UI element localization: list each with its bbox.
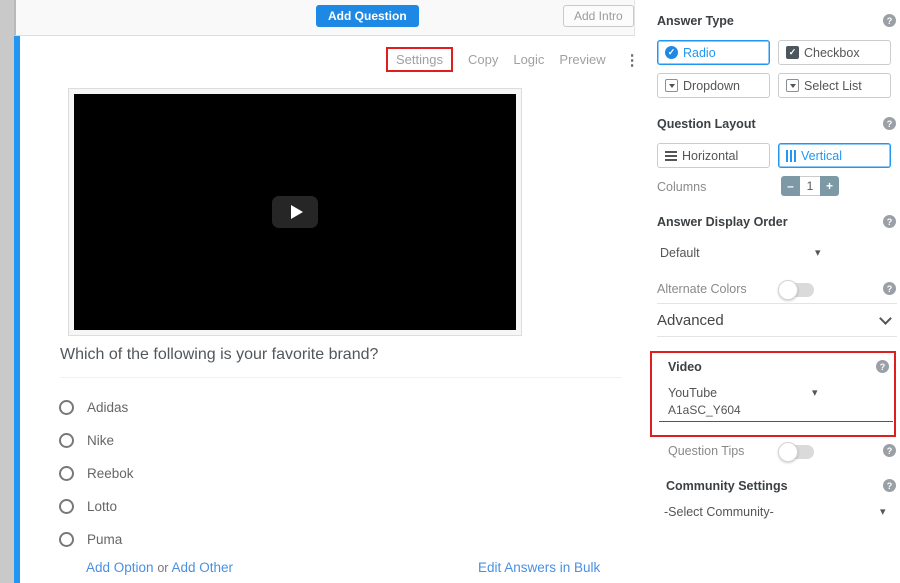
radio-button[interactable]: [59, 532, 74, 547]
divider: [657, 303, 897, 304]
alternate-colors-toggle[interactable]: [780, 283, 814, 297]
edit-answers-in-bulk-link[interactable]: Edit Answers in Bulk: [478, 560, 600, 575]
chevron-down-icon[interactable]: [879, 312, 892, 325]
checkbox-icon: ✓: [786, 46, 799, 59]
question-action-tabs: Settings Copy Logic Preview ⋮: [386, 47, 640, 72]
add-intro-button[interactable]: Add Intro: [563, 5, 634, 27]
horizontal-lines-icon: [665, 151, 677, 161]
radio-selected-icon: ✓: [665, 46, 678, 59]
option-label[interactable]: Puma: [87, 532, 122, 547]
answer-type-label: Checkbox: [804, 46, 860, 60]
vertical-bars-icon: [786, 150, 796, 162]
collapsed-left-panel: [0, 0, 14, 583]
kebab-menu-icon[interactable]: ⋮: [625, 51, 640, 69]
video-provider-select[interactable]: YouTube: [668, 386, 818, 400]
tab-logic[interactable]: Logic: [513, 52, 544, 67]
community-settings-help-icon[interactable]: ?: [883, 479, 896, 492]
answer-display-order-title: Answer Display Order: [657, 215, 788, 229]
answer-option-row: Reebok: [59, 466, 134, 481]
answer-type-label: Radio: [683, 46, 716, 60]
answer-type-checkbox-button[interactable]: ✓ Checkbox: [778, 40, 891, 65]
radio-button[interactable]: [59, 433, 74, 448]
video-help-icon[interactable]: ?: [876, 360, 889, 373]
radio-button[interactable]: [59, 400, 74, 415]
video-id-input[interactable]: [659, 403, 893, 422]
layout-vertical-button[interactable]: Vertical: [778, 143, 891, 168]
question-tips-toggle[interactable]: [780, 445, 814, 459]
answer-type-help-icon[interactable]: ?: [883, 14, 896, 27]
add-option-link[interactable]: Add Option: [86, 560, 154, 575]
alternate-colors-label: Alternate Colors: [657, 282, 747, 296]
add-other-link[interactable]: Add Other: [171, 560, 233, 575]
answer-display-order-select[interactable]: Default: [660, 246, 828, 260]
answer-option-row: Nike: [59, 433, 134, 448]
option-label[interactable]: Adidas: [87, 400, 128, 415]
question-tips-help-icon[interactable]: ?: [883, 444, 896, 457]
caret-down-icon: ▾: [812, 386, 818, 399]
caret-down-icon: ▾: [815, 246, 821, 259]
or-text: or: [157, 561, 168, 575]
video-title: Video: [668, 360, 702, 374]
answer-display-order-help-icon[interactable]: ?: [883, 215, 896, 228]
answer-type-label: Dropdown: [683, 79, 740, 93]
dropdown-icon: [665, 79, 678, 92]
radio-button[interactable]: [59, 499, 74, 514]
tab-copy[interactable]: Copy: [468, 52, 498, 67]
advanced-section-toggle[interactable]: Advanced: [657, 312, 724, 329]
video-canvas: [74, 94, 516, 330]
option-label[interactable]: Reebok: [87, 466, 134, 481]
divider: [657, 336, 897, 337]
question-layout-title: Question Layout: [657, 117, 756, 131]
answer-option-row: Adidas: [59, 400, 134, 415]
radio-button[interactable]: [59, 466, 74, 481]
layout-horizontal-button[interactable]: Horizontal: [657, 143, 770, 168]
tab-settings[interactable]: Settings: [386, 47, 453, 72]
columns-decrease-button[interactable]: –: [781, 176, 800, 196]
play-icon: [291, 205, 303, 219]
answer-type-dropdown-button[interactable]: Dropdown: [657, 73, 770, 98]
answer-options-list: Adidas Nike Reebok Lotto Puma: [59, 400, 134, 565]
select-list-icon: [786, 79, 799, 92]
question-settings-sidebar: Answer Type ? ✓ Radio ✓ Checkbox Dropdow…: [657, 0, 897, 583]
question-title[interactable]: Which of the following is your favorite …: [60, 346, 622, 378]
tab-preview[interactable]: Preview: [559, 52, 605, 67]
layout-label: Vertical: [801, 149, 842, 163]
columns-label: Columns: [657, 180, 706, 194]
alternate-colors-help-icon[interactable]: ?: [883, 282, 896, 295]
option-actions: Add Option or Add Other: [86, 560, 233, 575]
columns-increase-button[interactable]: +: [820, 176, 839, 196]
community-settings-title: Community Settings: [666, 479, 788, 493]
question-video-player: [68, 88, 522, 336]
option-label[interactable]: Lotto: [87, 499, 117, 514]
play-button[interactable]: [272, 196, 318, 228]
question-layout-help-icon[interactable]: ?: [883, 117, 896, 130]
top-toolbar: Add Question Add Intro: [14, 0, 635, 36]
answer-type-radio-button[interactable]: ✓ Radio: [657, 40, 770, 65]
add-question-button[interactable]: Add Question: [316, 5, 419, 27]
columns-value: 1: [800, 176, 820, 196]
answer-option-row: Lotto: [59, 499, 134, 514]
option-label[interactable]: Nike: [87, 433, 114, 448]
survey-builder-app: Add Question Add Intro Settings Copy Log…: [0, 0, 900, 583]
columns-stepper: – 1 +: [781, 176, 839, 196]
layout-label: Horizontal: [682, 149, 738, 163]
active-question-indicator: [14, 36, 20, 583]
answer-type-label: Select List: [804, 79, 862, 93]
caret-down-icon: ▾: [880, 505, 886, 518]
community-select[interactable]: -Select Community-: [664, 505, 874, 519]
answer-type-select-list-button[interactable]: Select List: [778, 73, 891, 98]
answer-type-title: Answer Type: [657, 14, 734, 28]
answer-option-row: Puma: [59, 532, 134, 547]
question-tips-label: Question Tips: [668, 444, 744, 458]
